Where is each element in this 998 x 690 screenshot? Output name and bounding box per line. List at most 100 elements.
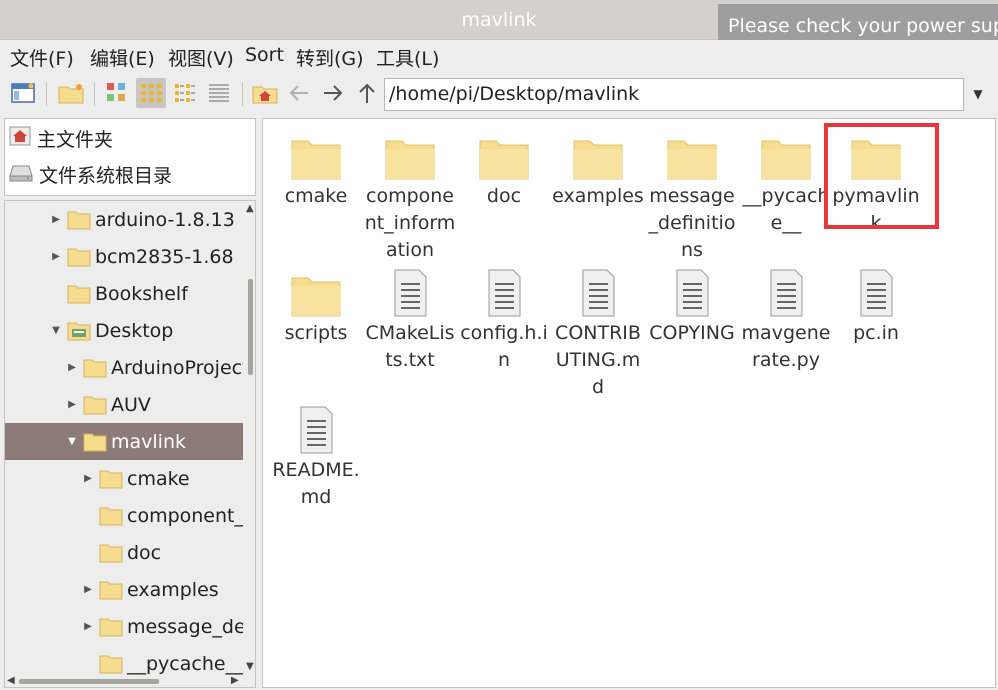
folder-item[interactable]: cmake: [269, 123, 363, 210]
detailed-list-icon[interactable]: [204, 78, 234, 108]
expand-arrow-icon[interactable]: ▶: [81, 584, 95, 595]
tree-label: bcm2835-1.68: [95, 245, 234, 268]
file-item[interactable]: CONTRIBUTING.md: [551, 260, 645, 401]
folder-item[interactable]: doc: [457, 123, 551, 210]
folder-icon: [99, 655, 123, 673]
thumbnail-view-icon[interactable]: [136, 78, 166, 108]
tree-vertical-scrollbar[interactable]: ▲ ▼: [245, 201, 255, 675]
tree-item[interactable]: ▶ message_def: [5, 608, 243, 645]
menu-file[interactable]: 文件(F): [10, 44, 74, 71]
tree-label: cmake: [127, 467, 190, 490]
tree-label: Desktop: [95, 319, 174, 342]
folder-icon: [385, 140, 435, 180]
folder-icon: [761, 140, 811, 180]
tree-item[interactable]: doc: [5, 534, 243, 571]
item-label: README.md: [272, 459, 360, 508]
folder-item[interactable]: message_definitions: [645, 123, 739, 264]
folder-item[interactable]: __pycache__: [739, 123, 833, 237]
folder-icon: [99, 544, 123, 562]
expand-arrow-icon[interactable]: ▶: [81, 473, 95, 484]
folder-icon: [83, 433, 107, 451]
tree-item[interactable]: ▶ arduino-1.8.13: [5, 201, 243, 238]
item-label: doc: [486, 185, 522, 207]
folder-icon: [291, 140, 341, 180]
scroll-right-icon[interactable]: ▶: [231, 675, 239, 686]
scroll-down-icon[interactable]: ▼: [246, 661, 254, 672]
menu-go[interactable]: 转到(G): [296, 44, 364, 71]
folder-item[interactable]: examples: [551, 123, 645, 210]
menu-tools[interactable]: 工具(L): [376, 44, 439, 71]
tree-item[interactable]: ▼ Desktop: [5, 312, 243, 349]
folder-icon: [67, 211, 91, 229]
folder-icon: [573, 140, 623, 180]
item-label: scripts: [284, 322, 348, 344]
expand-arrow-icon[interactable]: ▶: [49, 251, 63, 262]
places-panel: 主文件夹 文件系统根目录: [4, 118, 256, 196]
collapse-arrow-icon[interactable]: ▼: [49, 325, 63, 336]
folder-icon: [99, 581, 123, 599]
tree-item[interactable]: ▶ AUV: [5, 386, 243, 423]
file-item[interactable]: CMakeLists.txt: [363, 260, 457, 374]
item-label: cmake: [284, 185, 348, 207]
directory-tree: ▶ arduino-1.8.13 ▶ bcm2835-1.68 Bookshel…: [4, 200, 256, 688]
place-filesystem-root[interactable]: 文件系统根目录: [9, 159, 172, 189]
menu-view[interactable]: 视图(V): [168, 44, 234, 71]
tree-label: Bookshelf: [95, 282, 188, 305]
folder-item[interactable]: scripts: [269, 260, 363, 347]
tree-label: __pycache__: [127, 652, 243, 675]
tree-item[interactable]: Bookshelf: [5, 275, 243, 312]
new-window-icon[interactable]: [8, 78, 38, 108]
back-arrow-icon[interactable]: [284, 78, 314, 108]
tree-label: component_i: [127, 504, 243, 527]
file-item[interactable]: mavgenerate.py: [739, 260, 833, 374]
forward-arrow-icon[interactable]: [318, 78, 348, 108]
address-dropdown-icon[interactable]: ▼: [968, 78, 988, 111]
address-bar[interactable]: /home/pi/Desktop/mavlink: [384, 78, 964, 111]
tree-label: AUV: [111, 393, 151, 416]
icon-view-icon[interactable]: [102, 78, 132, 108]
expand-arrow-icon[interactable]: ▶: [65, 399, 79, 410]
new-folder-icon[interactable]: [56, 78, 86, 108]
desktop-folder-icon: [67, 322, 91, 340]
folder-item[interactable]: component_information: [363, 123, 457, 264]
scrollbar-thumb[interactable]: [19, 679, 159, 684]
toolbar-separator: [94, 82, 95, 106]
item-label: mavgenerate.py: [741, 322, 831, 371]
compact-view-icon[interactable]: [170, 78, 200, 108]
script-file-icon: [770, 269, 803, 317]
up-arrow-icon[interactable]: [352, 78, 382, 108]
tree-item[interactable]: component_i: [5, 497, 243, 534]
item-label: config.h.in: [460, 322, 548, 371]
folder-icon: [83, 359, 107, 377]
place-label: 主文件夹: [37, 128, 114, 151]
menu-edit[interactable]: 编辑(E): [90, 44, 155, 71]
expand-arrow-icon[interactable]: ▶: [49, 214, 63, 225]
item-label: CONTRIBUTING.md: [555, 322, 641, 398]
place-home[interactable]: 主文件夹: [9, 123, 113, 153]
file-item[interactable]: COPYING: [645, 260, 739, 347]
expand-arrow-icon[interactable]: ▶: [65, 362, 79, 373]
tree-item[interactable]: ▶ examples: [5, 571, 243, 608]
scroll-left-icon[interactable]: ◀: [7, 675, 15, 686]
tree-item[interactable]: ▶ bcm2835-1.68: [5, 238, 243, 275]
scroll-up-icon[interactable]: ▲: [246, 203, 254, 214]
expand-arrow-icon[interactable]: ▶: [81, 621, 95, 632]
folder-icon: [67, 248, 91, 266]
tree-item[interactable]: ▶ cmake: [5, 460, 243, 497]
file-item[interactable]: pc.in: [829, 260, 923, 347]
text-file-icon: [676, 269, 709, 317]
file-item[interactable]: config.h.in: [457, 260, 551, 374]
menu-sort[interactable]: Sort: [245, 44, 284, 66]
folder-icon: [667, 140, 717, 180]
folder-icon: [479, 140, 529, 180]
file-item[interactable]: README.md: [269, 397, 363, 511]
tree-horizontal-scrollbar[interactable]: ◀ ▶: [5, 675, 243, 687]
tree-item[interactable]: ▶ ArduinoProject: [5, 349, 243, 386]
toolbar: /home/pi/Desktop/mavlink ▼: [0, 72, 998, 116]
tree-label: mavlink: [111, 430, 186, 453]
text-file-icon: [300, 406, 333, 454]
home-icon[interactable]: [250, 78, 280, 108]
tree-item-selected[interactable]: ▼ mavlink: [5, 423, 243, 460]
collapse-arrow-icon[interactable]: ▼: [65, 436, 79, 447]
scrollbar-thumb[interactable]: [248, 279, 253, 375]
